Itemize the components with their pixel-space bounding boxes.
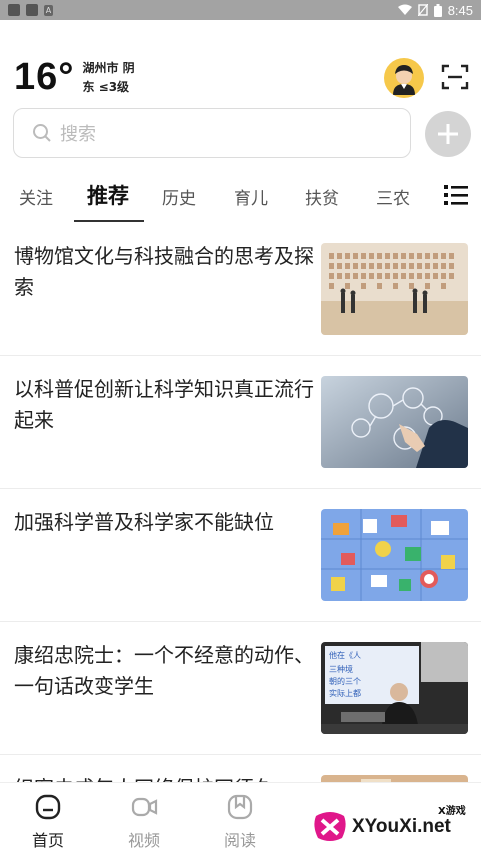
slide-text-line: 他在《人 (329, 650, 361, 660)
tab-recommend[interactable]: 推荐 (87, 180, 129, 210)
tab-poverty[interactable]: 扶贫 (305, 184, 339, 209)
channel-menu-icon[interactable] (444, 184, 468, 206)
search-icon (33, 124, 51, 142)
nav-read[interactable]: 阅读 (210, 793, 270, 851)
user-avatar-icon (393, 65, 415, 95)
news-thumbnail (321, 243, 468, 335)
news-title: 博物馆文化与科技融合的思考及探索 (14, 244, 314, 299)
app-notification-icon (8, 4, 20, 16)
status-time: 8:45 (447, 2, 473, 18)
status-left: A (8, 4, 53, 16)
watermark-small-text: X游戏 (438, 806, 466, 817)
app-notification-icon (26, 4, 38, 16)
slide-text-line: 三种境 (329, 664, 353, 674)
news-title: 康绍忠院士：一个不经意的动作、一句话改变学生 (14, 643, 314, 698)
active-tab-indicator (74, 220, 144, 222)
wifi-icon (397, 4, 412, 15)
search-input[interactable]: 搜索 (13, 108, 411, 158)
nav-home[interactable]: 首页 (18, 793, 78, 851)
weather-info: 湖州市 阴 东 ≤3级 (82, 59, 134, 97)
slide-text-line: 朝的三个 (329, 676, 361, 686)
slide-text-line: 实际上都 (329, 688, 361, 698)
weather-widget[interactable]: 16° 湖州市 阴 东 ≤3级 (14, 56, 135, 99)
battery-icon (433, 3, 442, 17)
news-item[interactable]: 以科普促创新让科学知识真正流行起来 (0, 356, 481, 489)
tab-history[interactable]: 历史 (162, 184, 196, 209)
status-right: 8:45 (397, 2, 473, 18)
news-title: 加强科学普及科学家不能缺位 (14, 510, 274, 534)
temperature: 16° (14, 56, 75, 98)
category-tabs: 关注 推荐 历史 育儿 扶贫 三农 (0, 172, 481, 222)
tab-parenting[interactable]: 育儿 (234, 184, 268, 209)
add-button[interactable] (425, 111, 471, 157)
news-item[interactable]: 康绍忠院士：一个不经意的动作、一句话改变学生 他在《人 三种境 朝的三个 实际上… (0, 622, 481, 755)
avatar[interactable] (384, 58, 424, 98)
scan-icon[interactable] (440, 62, 470, 92)
nav-read-label: 阅读 (223, 831, 256, 850)
read-icon (227, 794, 253, 820)
no-sim-icon (417, 4, 428, 16)
status-bar: A 8:45 (0, 0, 481, 20)
plus-icon (438, 124, 458, 144)
home-icon (35, 794, 61, 820)
news-thumbnail: 他在《人 三种境 朝的三个 实际上都 (321, 642, 468, 734)
video-icon (131, 797, 158, 817)
news-item[interactable]: 加强科学普及科学家不能缺位 (0, 489, 481, 622)
news-thumbnail (321, 376, 468, 468)
tab-follow[interactable]: 关注 (19, 184, 53, 209)
news-title: 以科普促创新让科学知识真正流行起来 (14, 377, 314, 432)
watermark-logo-icon (314, 812, 346, 841)
watermark-text: XYouXi.net (352, 816, 451, 837)
news-item[interactable]: 博物馆文化与科技融合的思考及探索 (0, 223, 481, 356)
search-placeholder: 搜索 (60, 124, 96, 145)
notification-badge: A (44, 4, 53, 16)
watermark: X游戏 XYouXi.net (310, 800, 480, 850)
nav-video[interactable]: 视频 (114, 793, 174, 851)
news-thumbnail (321, 509, 468, 601)
weather-city-condition: 湖州市 阴 (82, 60, 135, 75)
nav-home-label: 首页 (31, 831, 64, 850)
tab-agriculture[interactable]: 三农 (376, 184, 410, 209)
weather-wind: 东 ≤3级 (82, 79, 130, 94)
nav-video-label: 视频 (127, 831, 160, 850)
